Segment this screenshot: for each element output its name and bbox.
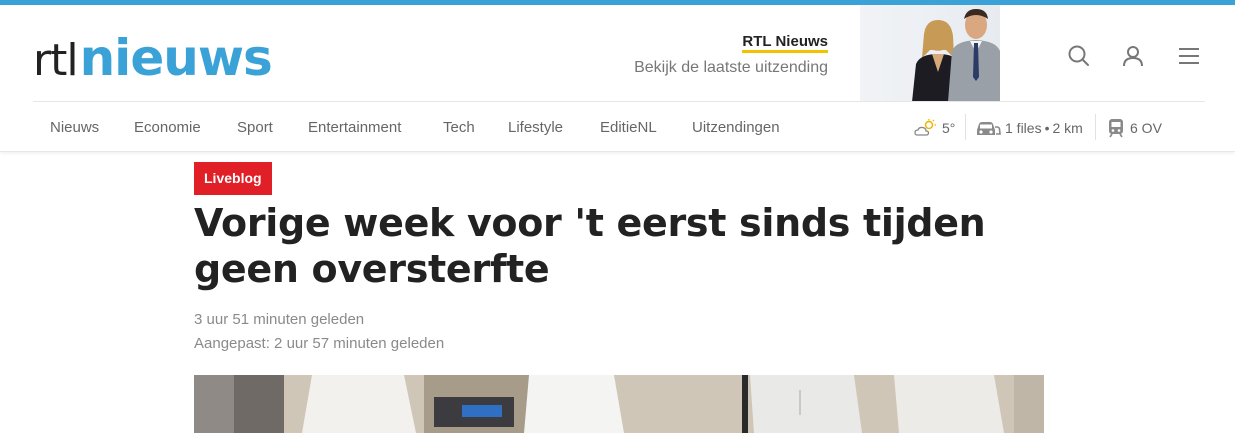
traffic-widget[interactable]: 1 files • 2 km [975,115,1083,141]
weather-widget[interactable]: 5° [914,115,955,141]
published-time: 3 uur 51 minuten geleden [194,311,365,328]
rtl-nieuws-logo[interactable]: rtl nieuws [33,29,273,87]
ov-disruptions: 6 OV [1130,120,1162,136]
promo-subtitle[interactable]: Bekijk de laatste uitzending [634,59,828,77]
presenter-man [948,9,1000,102]
traffic-files: 1 files [1005,120,1042,136]
site-header: rtl nieuws RTL Nieuws Bekijk de laatste … [0,5,1235,102]
latest-broadcast-promo[interactable]: RTL Nieuws Bekijk de laatste uitzending [634,33,828,77]
widget-divider [1095,114,1096,140]
nav-item-nieuws[interactable]: Nieuws [50,119,99,136]
weather-temperature: 5° [942,120,956,136]
nav-item-economie[interactable]: Economie [134,119,201,136]
nav-item-sport[interactable]: Sport [237,119,273,136]
hospital-staff-photo [194,375,1044,433]
updated-time: Aangepast: 2 uur 57 minuten geleden [194,335,445,352]
main-navigation: Nieuws Economie Sport Entertainment Tech… [0,102,1235,152]
nav-item-editienl[interactable]: EditieNL [600,119,657,136]
traffic-cars-icon [977,122,1001,135]
search-icon[interactable] [1066,43,1092,69]
nav-item-lifestyle[interactable]: Lifestyle [508,119,563,136]
widget-divider [965,114,966,140]
menu-icon[interactable] [1176,43,1202,69]
article-hero-image [194,375,1044,433]
traffic-dot-separator: • [1044,120,1050,136]
logo-prefix: rtl [33,35,79,86]
logo-main: nieuws [79,29,273,87]
nav-item-uitzendingen[interactable]: Uitzendingen [692,119,780,136]
traffic-km: 2 km [1052,120,1083,136]
article-headline: Vorige week voor 't eerst sinds tijden g… [194,201,986,291]
train-icon [1109,119,1123,138]
presenters-image[interactable] [860,5,1000,102]
promo-title[interactable]: RTL Nieuws [742,34,828,53]
nav-item-entertainment[interactable]: Entertainment [308,119,401,136]
partly-sunny-icon [914,119,936,136]
ov-widget[interactable]: 6 OV [1106,115,1162,141]
liveblog-badge: Liveblog [194,162,272,195]
user-icon[interactable] [1120,43,1146,69]
nav-item-tech[interactable]: Tech [443,119,475,136]
